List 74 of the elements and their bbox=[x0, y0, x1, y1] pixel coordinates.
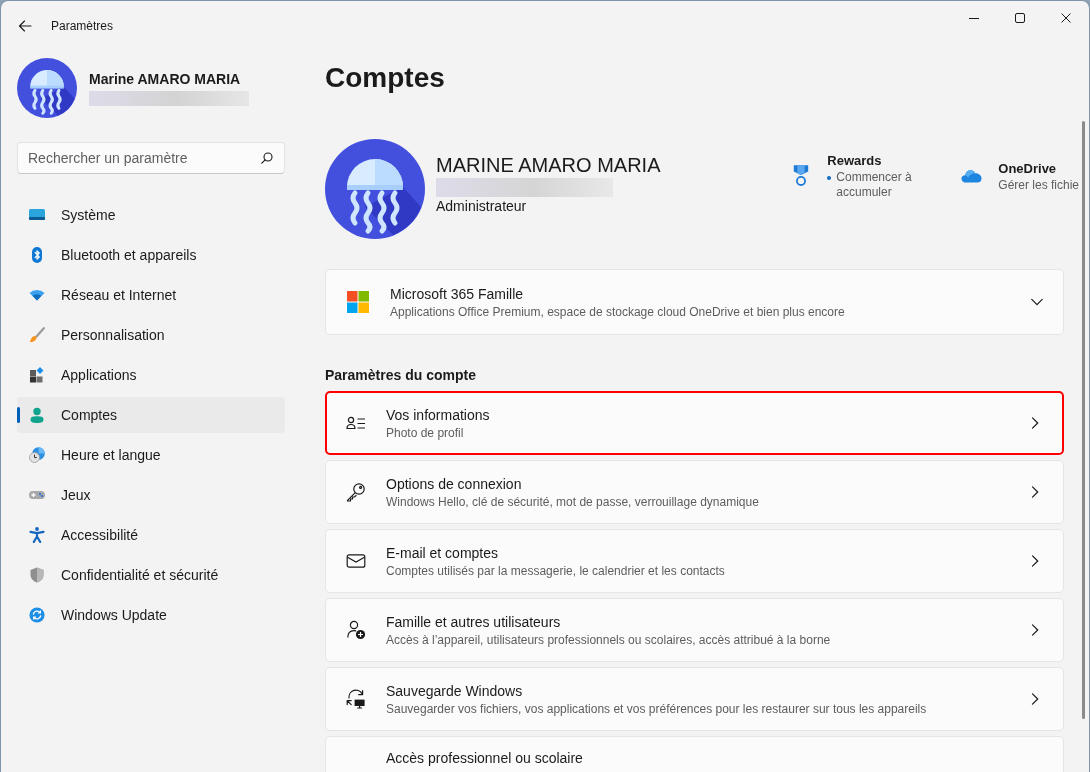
window-title: Paramètres bbox=[51, 18, 114, 34]
close-icon[interactable] bbox=[1061, 13, 1071, 23]
setting-title: Accès professionnel ou scolaire bbox=[386, 749, 584, 768]
subscription-description: Applications Office Premium, espace de stockage cloud OneDrive et bien plus encore bbox=[390, 303, 846, 320]
jellyfish-avatar-icon bbox=[325, 139, 425, 239]
rewards-title[interactable]: Rewards bbox=[827, 152, 916, 170]
chevron-right-icon bbox=[1029, 624, 1041, 636]
setting-title: Vos informations bbox=[386, 405, 491, 425]
apps-grid-icon bbox=[29, 367, 45, 383]
cloud-icon bbox=[961, 169, 983, 183]
chevron-right-icon bbox=[1029, 555, 1041, 567]
chevron-down-icon[interactable] bbox=[1031, 296, 1043, 308]
rewards-text: Commencer à accumuler bbox=[835, 170, 913, 200]
jellyfish-avatar-icon bbox=[17, 58, 77, 118]
envelope-icon bbox=[346, 551, 366, 571]
user-name: Marine AMARO MARIA bbox=[89, 70, 242, 88]
setting-description: Photo de profil bbox=[386, 424, 465, 441]
setting-title: E-mail et comptes bbox=[386, 543, 500, 563]
settings-card[interactable]: Options de connexion Windows Hello, clé de sécurité, mot de passe, verrouillage dynamique bbox=[325, 460, 1064, 524]
bluetooth-icon bbox=[29, 247, 45, 263]
settings-card[interactable]: Accès professionnel ou scolaire bbox=[325, 736, 1064, 772]
settings-card[interactable]: Famille et autres utilisateurs Accès à l’appareil, utilisateurs professionnels ou scolaires, accès attribué à la borne bbox=[325, 598, 1064, 662]
settings-card[interactable]: Vos informations Photo de profil bbox=[325, 391, 1064, 455]
medal-icon bbox=[792, 165, 811, 187]
settings-card[interactable]: Sauvegarde Windows Sauvegarder vos fichiers, vos applications et vos préférences pour les restaurer sur tous les appareils bbox=[325, 667, 1064, 731]
person-plus-icon bbox=[346, 620, 366, 640]
four-squares-logo-icon bbox=[347, 291, 369, 313]
sidebar-item[interactable]: Personnalisation bbox=[17, 317, 285, 353]
bullet-dot-icon bbox=[827, 176, 832, 180]
scrollbar[interactable] bbox=[1082, 121, 1085, 719]
sidebar-item[interactable]: Applications bbox=[17, 357, 285, 393]
profile-name: MARINE AMARO MARIA bbox=[436, 153, 661, 178]
sidebar-item[interactable]: Confidentialité et sécurité bbox=[17, 557, 285, 593]
globe-clock-icon bbox=[29, 447, 45, 463]
sidebar-item[interactable]: Système bbox=[17, 197, 285, 233]
subscription-card[interactable]: Microsoft 365 Famille Applications Office Premium, espace de stockage cloud OneDrive et bien plus encore bbox=[325, 269, 1064, 335]
onedrive-title[interactable]: OneDrive bbox=[998, 159, 1079, 178]
setting-description: Accès à l’appareil, utilisateurs professionnels ou scolaires, accès attribué à la borne bbox=[386, 631, 832, 648]
key-icon bbox=[346, 482, 366, 502]
sidebar-item[interactable]: Jeux bbox=[17, 477, 285, 513]
onedrive-text: Gérer les fichie bbox=[998, 177, 1079, 193]
shield-icon bbox=[29, 567, 45, 583]
search-icon[interactable] bbox=[261, 152, 273, 164]
setting-description: Sauvegarder vos fichiers, vos applications et vos préférences pour les restaurer sur tous les appareils bbox=[386, 700, 928, 717]
chevron-right-icon bbox=[1029, 486, 1041, 498]
accessibility-person-icon bbox=[29, 527, 45, 543]
sidebar-item[interactable]: Heure et langue bbox=[17, 437, 285, 473]
settings-card[interactable]: E-mail et comptes Comptes utilisés par la messagerie, le calendrier et les contacts bbox=[325, 529, 1064, 593]
sidebar-item[interactable]: Accessibilité bbox=[17, 517, 285, 553]
sync-monitor-icon bbox=[346, 689, 366, 709]
sidebar-item[interactable]: Bluetooth et appareils bbox=[17, 237, 285, 273]
setting-description: Windows Hello, clé de sécurité, mot de passe, verrouillage dynamique bbox=[386, 493, 760, 510]
subscription-title: Microsoft 365 Famille bbox=[390, 284, 525, 304]
section-title: Paramètres du compte bbox=[325, 366, 477, 384]
profile-role: Administrateur bbox=[436, 197, 528, 215]
active-indicator bbox=[17, 407, 20, 423]
person-icon bbox=[29, 407, 45, 423]
setting-title: Sauvegarde Windows bbox=[386, 681, 524, 701]
chevron-right-icon bbox=[1029, 417, 1041, 429]
maximize-icon[interactable] bbox=[1015, 13, 1025, 23]
sidebar-item[interactable]: Réseau et Internet bbox=[17, 277, 285, 313]
sync-arrows-icon bbox=[29, 607, 45, 623]
paintbrush-icon bbox=[29, 327, 45, 343]
sidebar-item[interactable]: Comptes bbox=[17, 397, 285, 433]
setting-description: Comptes utilisés par la messagerie, le calendrier et les contacts bbox=[386, 562, 726, 579]
back-arrow-icon[interactable] bbox=[18, 19, 32, 33]
setting-title: Options de connexion bbox=[386, 474, 523, 494]
sidebar-item[interactable]: Windows Update bbox=[17, 597, 285, 633]
page-title: Comptes bbox=[325, 61, 446, 95]
monitor-icon bbox=[29, 207, 45, 223]
search-field[interactable]: Rechercher un paramètre bbox=[17, 142, 285, 174]
chevron-right-icon bbox=[1029, 693, 1041, 705]
setting-title: Famille et autres utilisateurs bbox=[386, 612, 562, 632]
wifi-icon bbox=[29, 287, 45, 303]
